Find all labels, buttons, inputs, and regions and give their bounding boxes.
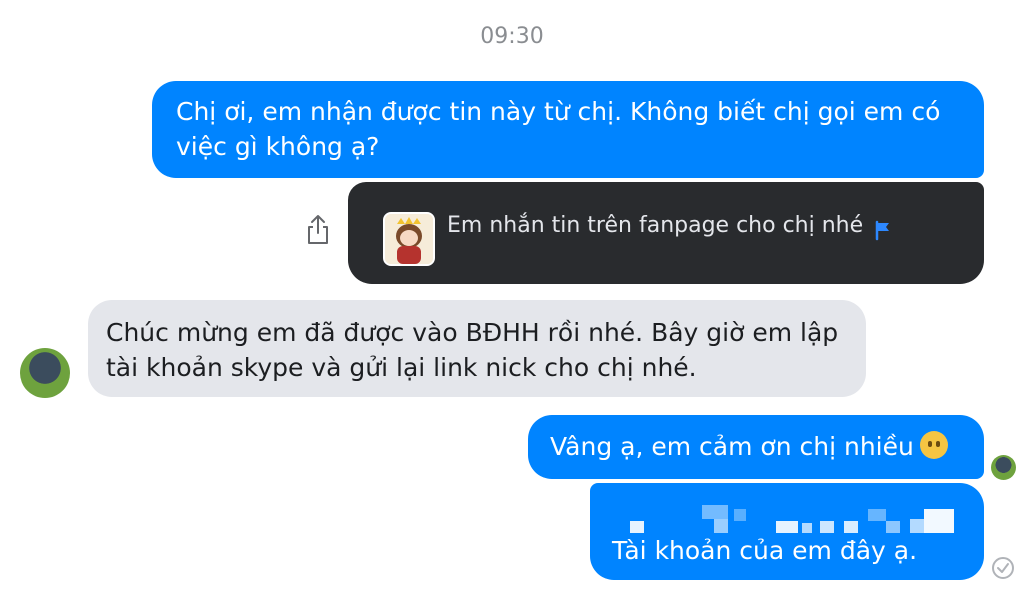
forwarded-message-card[interactable]: Em nhắn tin trên fanpage cho chị nhé	[348, 182, 984, 284]
forwarded-message-text: Em nhắn tin trên fanpage cho chị nhé	[447, 213, 864, 238]
smile-emoji-icon	[919, 431, 948, 459]
message-text: Chị ơi, em nhận được tin này từ chị. Khô…	[176, 97, 941, 161]
contact-avatar[interactable]	[20, 348, 70, 398]
message-text: Vâng ạ, em cảm ơn chị nhiều	[550, 432, 914, 461]
flag-icon[interactable]	[873, 215, 893, 250]
outgoing-message[interactable]: Vâng ạ, em cảm ơn chị nhiều	[528, 415, 984, 479]
message-thumbnail	[383, 212, 435, 266]
message-text: Chúc mừng em đã được vào BĐHH rồi nhé. B…	[106, 318, 839, 382]
outgoing-message[interactable]: Chị ơi, em nhận được tin này từ chị. Khô…	[152, 81, 984, 178]
sent-check-icon	[990, 555, 1016, 585]
seen-avatar	[991, 455, 1016, 480]
message-text: Tài khoản của em đây ạ.	[612, 536, 918, 565]
incoming-message[interactable]: Chúc mừng em đã được vào BĐHH rồi nhé. B…	[88, 300, 866, 397]
outgoing-message[interactable]: Tài khoản của em đây ạ.	[590, 483, 984, 580]
message-timestamp: 09:30	[480, 24, 544, 49]
share-icon[interactable]	[305, 213, 331, 251]
